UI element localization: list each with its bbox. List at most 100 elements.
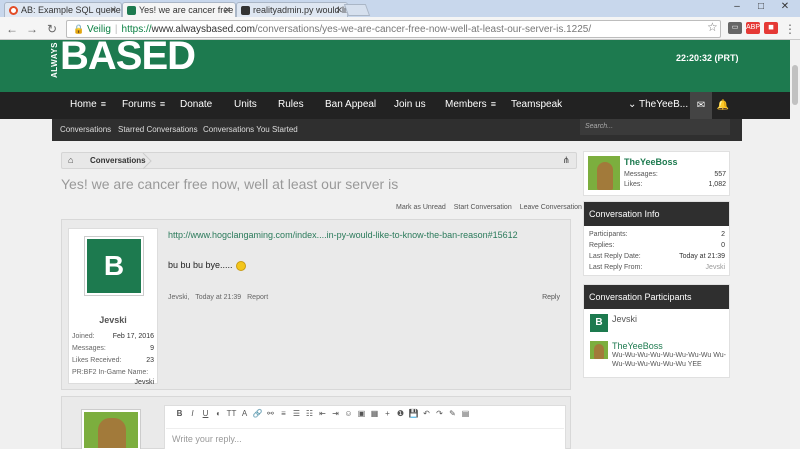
menu-icon[interactable]: ≡ [160,99,165,109]
leave-conversation-link[interactable]: Leave Conversation [520,204,582,211]
close-window-button[interactable]: ✕ [774,0,796,14]
font-family-icon[interactable]: A [238,409,251,418]
subnav-starred[interactable]: Starred Conversations [118,125,198,134]
cast-icon[interactable]: ▭ [728,22,742,34]
avatar[interactable]: B [590,314,608,332]
close-icon[interactable]: ✕ [335,3,343,17]
info-label: Replies: [589,242,615,249]
extension-icon[interactable]: ◼ [764,22,778,34]
new-tab-button[interactable] [343,4,371,16]
nav-forums[interactable]: Forums ≡ [122,99,165,110]
insert-icon[interactable]: + [381,409,394,418]
nav-members[interactable]: Members ≡ [445,99,496,110]
nav-rules[interactable]: Rules [278,99,304,110]
undo-icon[interactable]: ↶ [420,409,433,418]
reply-input[interactable] [166,428,564,448]
avatar[interactable] [588,156,620,190]
bold-icon[interactable]: B [173,409,186,418]
media-icon[interactable]: ▦ [368,409,381,418]
nav-teamspeak[interactable]: Teamspeak [511,99,562,110]
save-draft-icon[interactable]: 💾 [407,409,420,418]
info-icon[interactable]: ❶ [394,409,407,418]
inbox-icon[interactable]: ✉ [690,92,712,119]
italic-icon[interactable]: I [186,409,199,418]
font-size-icon[interactable]: TT [225,409,238,418]
source-icon[interactable]: ▤ [459,409,472,418]
bookmark-star-icon[interactable]: ☆ [707,20,718,34]
close-icon[interactable]: ✕ [223,3,231,17]
bullet-list-icon[interactable]: ☰ [290,409,303,418]
participant-name[interactable]: Jevski [612,314,637,324]
underline-icon[interactable]: U [199,409,212,418]
reload-icon[interactable]: ↻ [44,21,60,37]
stat-label: PR:BF2 In-Game Name: [72,369,149,376]
menu-icon[interactable]: ≡ [101,99,106,109]
info-row: Last Reply Date: Today at 21:39 [589,253,725,260]
forward-arrow-icon[interactable]: → [24,21,40,37]
avatar[interactable]: B [84,236,144,296]
bell-icon[interactable]: 🔔 [712,92,734,119]
color-icon[interactable]: ◐ [212,409,225,418]
sidebar-username[interactable]: TheYeeBoss [624,157,678,167]
stat-value[interactable]: 557 [714,171,726,178]
menu-icon[interactable]: ≡ [491,99,496,109]
close-icon[interactable]: ✕ [109,3,117,17]
smilie-icon[interactable]: ☺ [342,409,355,418]
stat-value[interactable]: 1,082 [708,181,726,188]
mark-unread-link[interactable]: Mark as Unread [396,204,446,211]
info-label: Participants: [589,231,628,238]
meta-author[interactable]: Jevski, [168,294,189,301]
message-link[interactable]: http://www.hogclangaming.com/index....in… [168,230,518,240]
link-icon[interactable]: 🔗 [251,409,264,418]
nav-ban-appeal[interactable]: Ban Appeal [325,99,376,110]
nav-join-us[interactable]: Join us [394,99,426,110]
info-value: Today at 21:39 [679,253,725,260]
tab-favicon-icon [127,6,136,15]
sidebar-user-card: TheYeeBoss Messages: 557 Likes: 1,082 [583,151,730,196]
user-stat-row: Messages: 9 [72,345,156,352]
browser-menu-icon[interactable]: ⋮ [782,21,798,37]
eraser-icon[interactable]: ✎ [446,409,459,418]
nav-units[interactable]: Units [234,99,257,110]
site-logo[interactable]: BASED [60,34,196,79]
outdent-icon[interactable]: ⇤ [316,409,329,418]
browser-tab[interactable]: AB: Example SQL queries ✕ [4,2,122,17]
report-link[interactable]: Report [247,294,268,301]
back-arrow-icon[interactable]: ← [4,21,20,37]
scrollbar-thumb[interactable] [792,65,798,105]
browser-tab[interactable]: realityadmin.py would lik ✕ [236,2,348,17]
subnav-conversations[interactable]: Conversations [60,125,111,134]
breadcrumb-conversations[interactable]: Conversations [90,156,146,165]
participant-name[interactable]: TheYeeBoss [612,341,663,351]
browser-tab-active[interactable]: Yes! we are cancer free n ✕ [122,2,236,17]
meta-time[interactable]: Today at 21:39 [195,294,241,301]
unlink-icon[interactable]: ⚯ [264,409,277,418]
image-icon[interactable]: ▣ [355,409,368,418]
page-scrollbar[interactable] [790,40,800,449]
message-author[interactable]: Jevski [69,315,157,325]
reply-link[interactable]: Reply [542,294,560,301]
search-input[interactable]: Search... [580,119,730,135]
nav-home[interactable]: Home ≡ [70,99,106,110]
avatar[interactable] [590,341,608,359]
info-row: Last Reply From: Jevski [589,264,725,271]
minimize-button[interactable]: – [726,0,748,14]
redo-icon[interactable]: ↷ [433,409,446,418]
sitemap-icon[interactable]: ⋔ [562,155,570,166]
subnav-started[interactable]: Conversations You Started [203,125,298,134]
participant-item[interactable]: TheYeeBoss Wu-Wu-Wu-Wu-Wu-Wu-Wu-Wu Wu-Wu… [590,341,726,375]
nav-donate[interactable]: Donate [180,99,212,110]
extension-icon[interactable]: ABP [746,22,760,34]
maximize-button[interactable]: □ [750,0,772,14]
info-value[interactable]: Jevski [706,264,725,271]
nav-user-menu[interactable]: ⌄ TheYeeB... [628,99,688,110]
number-list-icon[interactable]: ☷ [303,409,316,418]
home-icon[interactable]: ⌂ [68,155,73,165]
info-row: Replies: 0 [589,242,725,249]
stat-value[interactable]: 9 [150,345,154,352]
start-conversation-link[interactable]: Start Conversation [454,204,512,211]
participant-item[interactable]: B Jevski [590,314,726,334]
indent-icon[interactable]: ⇥ [329,409,342,418]
align-icon[interactable]: ≡ [277,409,290,418]
avatar[interactable] [81,409,141,449]
